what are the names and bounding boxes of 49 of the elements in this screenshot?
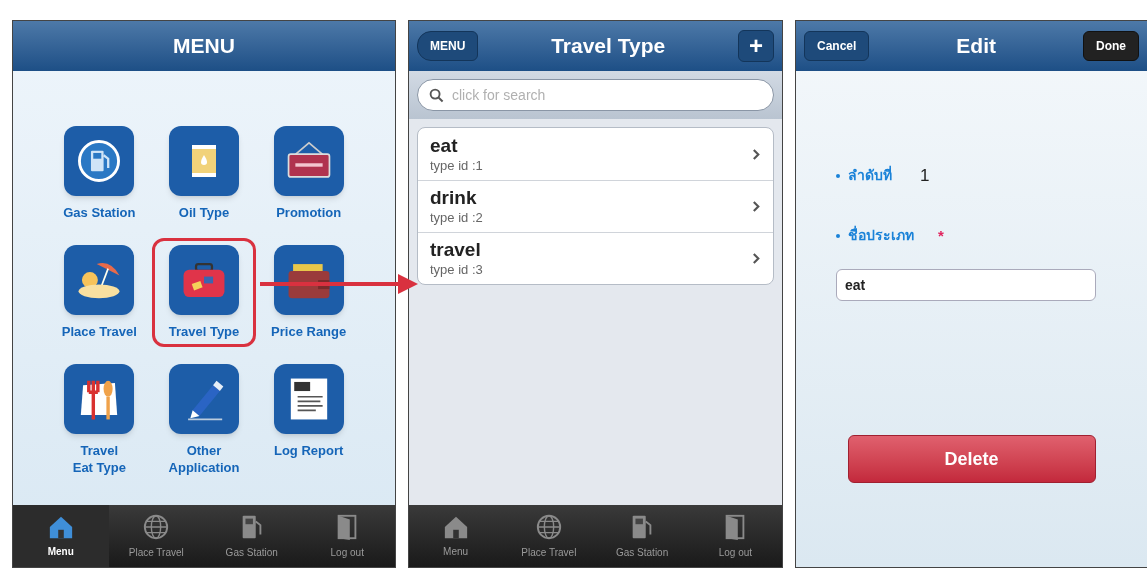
- chevron-right-icon: [752, 200, 761, 213]
- globe-icon: [534, 512, 563, 541]
- field-label: ชื่อประเภท: [848, 225, 914, 246]
- bullet-icon: [836, 173, 840, 178]
- screen-title: Travel Type: [551, 33, 666, 60]
- row-title: drink: [430, 187, 478, 209]
- app-shortcut[interactable]: Price Range: [256, 238, 361, 347]
- tab-item[interactable]: Log out: [688, 505, 782, 567]
- row-subtitle: type id :3: [430, 261, 484, 278]
- tab-item[interactable]: Log out: [299, 505, 395, 567]
- name-field[interactable]: eat: [836, 269, 1096, 301]
- list-row[interactable]: drink type id :2: [418, 180, 773, 232]
- app-shortcut[interactable]: Other Application: [151, 357, 257, 483]
- field-label: ลำดับที่: [848, 165, 892, 186]
- row-title: eat: [430, 134, 459, 157]
- row-subtitle: type id :2: [430, 209, 484, 226]
- search-field[interactable]: click for search: [417, 79, 774, 111]
- screen-title: Edit: [956, 33, 996, 60]
- app-shortcut[interactable]: Travel Type: [151, 238, 257, 347]
- delete-button[interactable]: Delete: [847, 435, 1096, 483]
- cancel-button[interactable]: Cancel: [804, 31, 870, 61]
- app-shortcut[interactable]: Travel Eat Type: [47, 357, 152, 483]
- tab-item[interactable]: Menu: [13, 505, 109, 567]
- globe-icon: [142, 512, 171, 541]
- screen-title: MENU: [172, 33, 236, 60]
- back-button[interactable]: MENU: [417, 31, 479, 61]
- tab-item[interactable]: Menu: [409, 505, 503, 567]
- tab-item[interactable]: Gas Station: [204, 505, 300, 567]
- add-button[interactable]: +: [738, 30, 774, 62]
- tab-item[interactable]: Gas Station: [595, 505, 689, 567]
- gas-pump-icon: [76, 138, 123, 184]
- app-shortcut[interactable]: Gas Station: [47, 119, 152, 228]
- tab-item[interactable]: Place Travel: [502, 505, 596, 567]
- list-row[interactable]: eat type id :1: [418, 128, 773, 180]
- list-row[interactable]: travel type id :3: [418, 232, 773, 284]
- search-icon: [429, 88, 444, 103]
- app-shortcut[interactable]: Promotion: [256, 119, 361, 228]
- tab-item[interactable]: Place Travel: [108, 505, 204, 567]
- app-shortcut[interactable]: Log Report: [256, 357, 361, 483]
- app-shortcut[interactable]: Place Travel: [47, 238, 152, 347]
- field-value: 1: [920, 165, 930, 187]
- app-shortcut[interactable]: Oil Type: [151, 119, 257, 228]
- required-mark: *: [938, 225, 944, 246]
- chevron-right-icon: [752, 147, 761, 161]
- row-subtitle: type id :1: [430, 156, 484, 174]
- done-button[interactable]: Done: [1083, 31, 1139, 61]
- bullet-icon: [836, 233, 840, 238]
- row-title: travel: [430, 239, 482, 261]
- chevron-right-icon: [752, 252, 761, 265]
